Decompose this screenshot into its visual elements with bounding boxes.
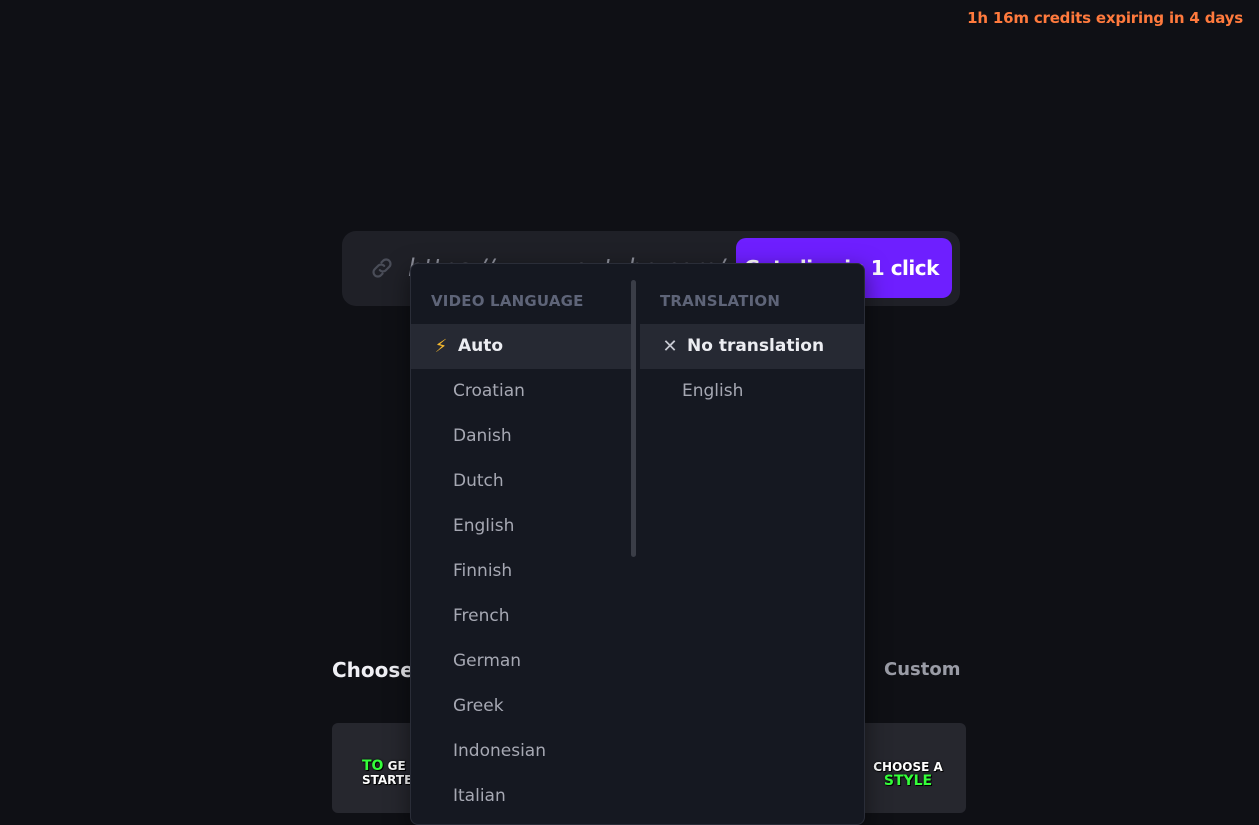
style-card-right[interactable]: CHOOSE A STYLE [850, 723, 966, 813]
language-option[interactable]: English [411, 504, 631, 549]
language-option[interactable]: Danish [411, 414, 631, 459]
video-language-column: VIDEO LANGUAGE ⚡ Auto Croatian Danish Du… [411, 264, 631, 824]
video-language-header: VIDEO LANGUAGE [431, 292, 584, 310]
choose-style-title: Choose [332, 658, 414, 682]
credits-expiry-notice: 1h 16m credits expiring in 4 days [967, 9, 1243, 27]
language-option[interactable]: Dutch [411, 459, 631, 504]
language-option[interactable]: Italian [411, 774, 631, 819]
translation-column: TRANSLATION ✕ No translation English [640, 264, 864, 824]
translation-option[interactable]: English [640, 369, 864, 414]
translation-header: TRANSLATION [660, 292, 781, 310]
language-list-scrollbar[interactable] [631, 280, 636, 557]
language-option[interactable]: Croatian [411, 369, 631, 414]
language-option-auto[interactable]: ⚡ Auto [411, 324, 631, 369]
close-icon: ✕ [662, 336, 678, 357]
style-preview-caption: TO GE STARTE [362, 758, 413, 787]
translation-option-none[interactable]: ✕ No translation [640, 324, 864, 369]
language-option[interactable]: Greek [411, 684, 631, 729]
language-option[interactable]: Indonesian [411, 729, 631, 774]
language-option[interactable]: French [411, 594, 631, 639]
custom-style-tab[interactable]: Custom [884, 659, 960, 680]
style-preview-caption: CHOOSE A STYLE [873, 760, 943, 789]
lightning-icon: ⚡ [434, 336, 448, 357]
language-dropdown: VIDEO LANGUAGE ⚡ Auto Croatian Danish Du… [410, 263, 865, 825]
language-option[interactable]: German [411, 639, 631, 684]
link-icon [372, 258, 392, 278]
language-option[interactable]: Finnish [411, 549, 631, 594]
